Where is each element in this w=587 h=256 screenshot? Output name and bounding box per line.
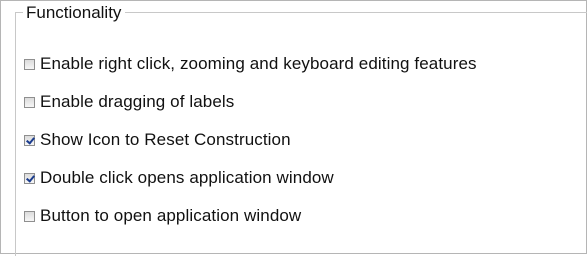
checkbox[interactable] [24,172,35,184]
checkbox[interactable] [24,134,35,146]
option-label: Enable dragging of labels [40,92,235,111]
option-label: Show Icon to Reset Construction [40,130,291,149]
option-show-reset-icon[interactable]: Show Icon to Reset Construction [24,128,291,152]
option-button-open-window[interactable]: Button to open application window [24,204,301,228]
option-label: Double click opens application window [40,168,334,187]
checkbox[interactable] [24,96,35,108]
option-label: Button to open application window [40,206,302,225]
option-enable-right-click[interactable]: Enable right click, zooming and keyboard… [24,52,477,76]
group-title: Functionality [23,2,126,24]
option-label: Enable right click, zooming and keyboard… [40,54,477,73]
checkbox[interactable] [24,58,35,70]
checkbox[interactable] [24,210,35,222]
functionality-group: Functionality Enable right click, zoomin… [15,2,587,256]
option-enable-dragging-labels[interactable]: Enable dragging of labels [24,90,234,114]
settings-frame: Functionality Enable right click, zoomin… [0,0,587,256]
option-double-click-opens-window[interactable]: Double click opens application window [24,166,334,190]
